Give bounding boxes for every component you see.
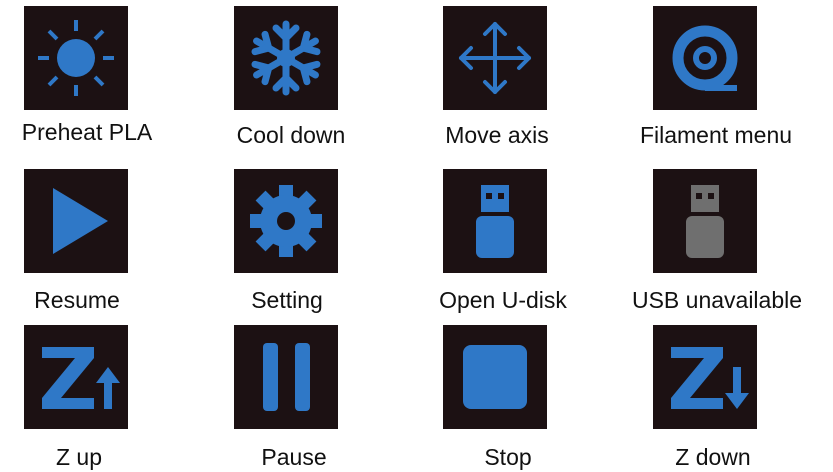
cool-down-button[interactable] [234,6,338,110]
usb-drive-disabled-icon [686,185,724,258]
gear-icon [250,185,322,257]
open-u-disk-button[interactable] [443,169,547,273]
z-down-icon [671,347,749,409]
pause-button[interactable] [234,325,338,429]
resume-label: Resume [34,287,120,313]
snowflake-icon [251,20,321,96]
z-up-label: Z up [55,444,103,470]
preheat-pla-label: Preheat PLA [21,119,153,145]
usb-unavailable-button[interactable] [653,169,757,273]
usb-drive-icon [476,185,514,258]
z-up-button[interactable] [24,325,128,429]
usb-unavailable-label: USB unavailable [631,287,803,313]
preheat-pla-button[interactable] [24,6,128,110]
stop-icon [463,345,527,409]
pause-icon [263,343,310,411]
filament-menu-label: Filament menu [639,122,793,148]
resume-button[interactable] [24,169,128,273]
open-u-disk-label: Open U-disk [439,287,567,313]
setting-button[interactable] [234,169,338,273]
filament-menu-button[interactable] [653,6,757,110]
sun-icon [38,20,114,96]
z-down-label: Z down [675,444,751,470]
stop-label: Stop [484,444,532,470]
move-arrows-icon [459,22,531,94]
z-up-icon [42,347,120,409]
filament-spool-icon [672,25,738,91]
move-axis-button[interactable] [443,6,547,110]
pause-label: Pause [261,444,327,470]
setting-label: Setting [251,287,323,313]
stop-button[interactable] [443,325,547,429]
move-axis-label: Move axis [445,122,549,148]
play-icon [53,188,108,254]
z-down-button[interactable] [653,325,757,429]
cool-down-label: Cool down [236,122,346,148]
